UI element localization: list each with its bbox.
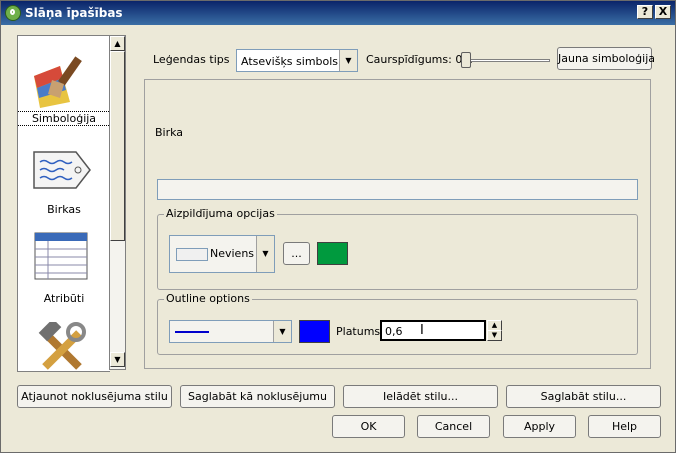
fill-color-button[interactable] — [317, 242, 348, 265]
outline-color-button[interactable] — [299, 320, 330, 343]
outline-width-label: Platums — [336, 325, 381, 338]
help-button[interactable]: Help — [588, 415, 661, 438]
sidebar-item-symbology[interactable]: Simboloģija — [18, 36, 110, 136]
close-title-button[interactable]: X — [655, 5, 671, 19]
fill-options-title: Aizpildījuma opcijas — [164, 207, 277, 220]
window-title: Slāņa īpašības — [25, 6, 123, 20]
title-bar[interactable]: Slāņa īpašības ? X — [1, 1, 675, 25]
legend-type-value: Atsevišķs simbols — [241, 55, 339, 68]
paintbrush-icon — [34, 56, 82, 108]
chevron-down-icon: ▼ — [256, 236, 274, 272]
sidebar-item-general[interactable] — [18, 316, 110, 371]
help-title-button[interactable]: ? — [637, 5, 653, 19]
fill-style-preview — [176, 248, 208, 261]
outline-options-title: Outline options — [164, 292, 252, 305]
symbology-panel: Birka Aizpildījuma opcijas Neviens ▼ ...… — [144, 79, 651, 369]
outline-width-stepper[interactable]: ▲ ▼ — [487, 320, 502, 341]
cancel-button[interactable]: Cancel — [417, 415, 490, 438]
fill-more-button[interactable]: ... — [283, 242, 310, 265]
scroll-up-button[interactable]: ▲ — [110, 36, 125, 51]
label-input[interactable] — [157, 179, 638, 200]
outline-style-preview — [175, 331, 209, 333]
scrollbar-thumb[interactable] — [110, 51, 125, 241]
attribute-table-icon — [34, 232, 88, 280]
qgis-app-icon — [5, 5, 21, 21]
text-cursor-icon: I — [420, 323, 424, 338]
sidebar-item-labels[interactable]: Birkas — [18, 136, 110, 226]
sidebar-item-attributes[interactable]: Atribūti — [18, 226, 110, 316]
fill-style-value: Neviens — [210, 247, 255, 260]
label-heading: Birka — [155, 126, 184, 139]
load-style-button[interactable]: Ielādēt stilu... — [343, 385, 498, 408]
section-list: Simboloģija Birkas Atribūti — [17, 35, 110, 372]
ok-button[interactable]: OK — [332, 415, 405, 438]
transparency-label: Caurspīdīgums: 0% — [366, 53, 473, 66]
sidebar-item-label: Simboloģija — [18, 111, 110, 126]
layer-properties-dialog: Slāņa īpašības ? X Simboloģija Birkas At… — [0, 0, 676, 453]
fill-options-group: Aizpildījuma opcijas Neviens ▼ ... — [157, 207, 638, 290]
legend-type-label: Leģendas tips — [153, 53, 230, 66]
fill-style-select[interactable]: Neviens ▼ — [169, 235, 275, 273]
label-tag-icon — [33, 151, 91, 189]
outline-style-select[interactable]: ▼ — [169, 320, 292, 343]
chevron-down-icon: ▼ — [273, 321, 291, 342]
sidebar-scrollbar[interactable]: ▲ ▼ — [109, 35, 126, 370]
chevron-down-icon: ▼ — [339, 50, 357, 71]
outline-width-value: 0,6 — [385, 325, 403, 338]
outline-width-spinbox[interactable]: 0,6 I — [380, 320, 486, 341]
transparency-slider-handle[interactable] — [461, 52, 471, 68]
sidebar-item-label: Birkas — [47, 203, 81, 216]
apply-button[interactable]: Apply — [503, 415, 576, 438]
outline-options-group: Outline options ▼ Platums 0,6 I ▲ ▼ — [157, 292, 638, 355]
legend-type-select[interactable]: Atsevišķs simbols ▼ — [236, 49, 358, 72]
save-as-default-button[interactable]: Saglabāt kā noklusējumu — [180, 385, 335, 408]
tools-icon — [38, 322, 86, 370]
stepper-down-icon[interactable]: ▼ — [487, 330, 502, 341]
restore-default-style-button[interactable]: Atjaunot noklusējuma stilu — [17, 385, 172, 408]
transparency-slider[interactable] — [470, 59, 550, 62]
new-symbology-button[interactable]: Jauna simboloģija — [557, 47, 655, 70]
scroll-down-button[interactable]: ▼ — [110, 352, 125, 367]
sidebar-item-label: Atribūti — [43, 292, 85, 305]
save-style-button[interactable]: Saglabāt stilu... — [506, 385, 661, 408]
